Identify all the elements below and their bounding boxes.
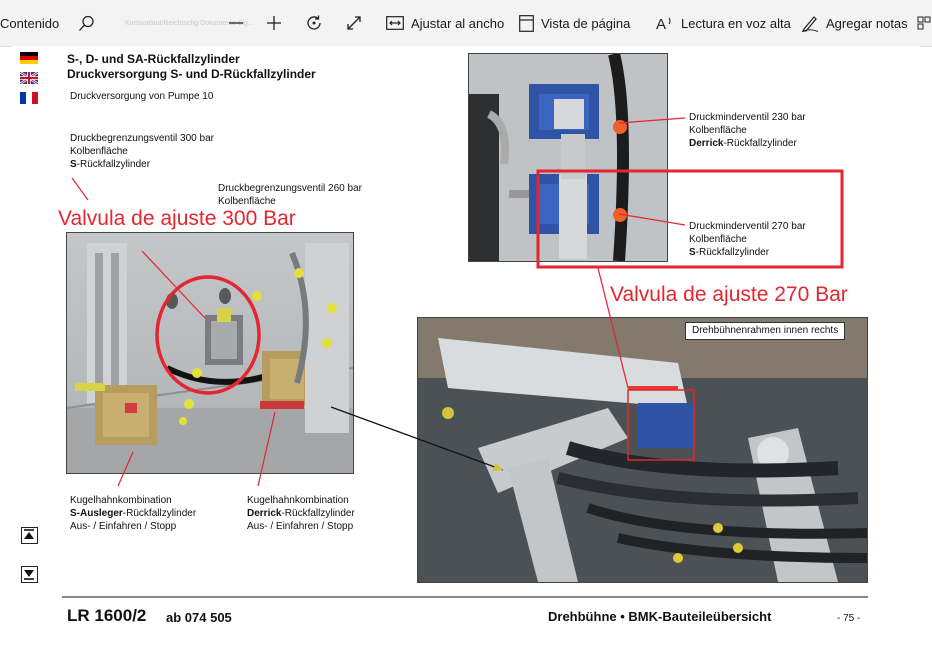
annotation-valve-300: Valvula de ajuste 300 Bar: [58, 207, 296, 230]
leader-line: [618, 117, 686, 124]
footer-model: LR 1600/2: [67, 606, 147, 625]
annotation-overlay: [62, 117, 868, 598]
nav-last-page-button[interactable]: [21, 566, 38, 583]
highlight-box-270: [536, 169, 844, 269]
highlight-circle-300: [155, 275, 261, 395]
footer-serial: ab 074 505: [166, 610, 232, 625]
annotation-valve-270: Valvula de ajuste 270 Bar: [610, 283, 848, 306]
leader-line: [117, 451, 134, 487]
leader-line: [330, 406, 504, 471]
triangle-down-icon: [24, 570, 34, 580]
leader-line: [618, 213, 686, 226]
leader-line: [71, 177, 89, 201]
triangle-up-icon: [24, 529, 34, 539]
footer-section: Drehbühne • BMK-Bauteileübersicht: [548, 609, 772, 624]
leader-line: [141, 250, 206, 319]
nav-first-page-button[interactable]: [21, 527, 38, 544]
leader-line: [257, 411, 276, 487]
highlight-box-frame: [627, 389, 695, 461]
footer-page-number: - 75 -: [837, 613, 861, 624]
